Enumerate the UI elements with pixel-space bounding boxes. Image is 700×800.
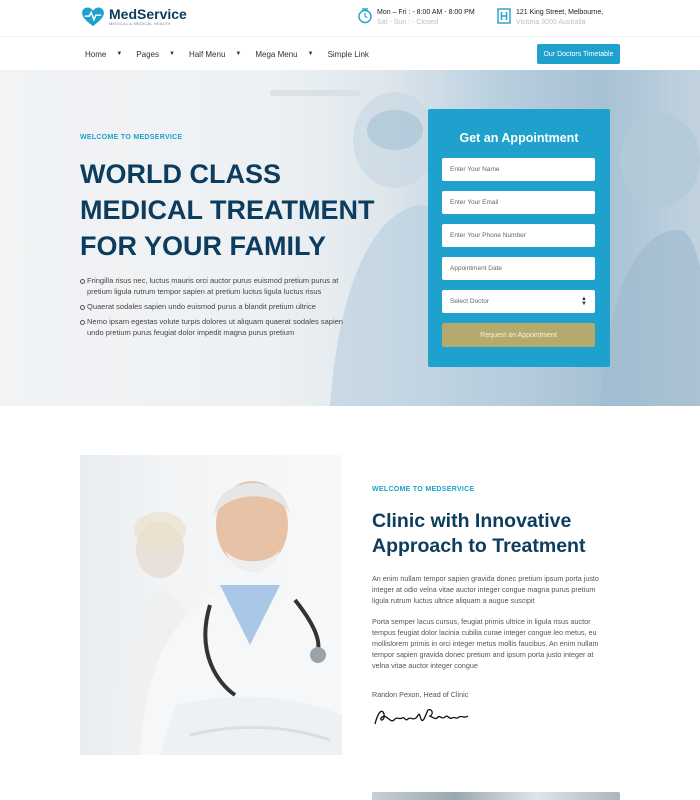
doctor-photo: [80, 455, 342, 755]
signature-image: [374, 708, 469, 725]
hero-title: WORLD CLASS MEDICAL TREATMENT FOR YOUR F…: [80, 156, 410, 264]
hours-weekend: Sat - Sun : - Closed: [377, 19, 439, 26]
hero-title-line: WORLD CLASS: [80, 159, 281, 189]
next-section-image-preview: [372, 792, 620, 800]
caret-down-icon: ▼: [168, 51, 175, 57]
nav-item-home[interactable]: Home ▼: [85, 50, 122, 59]
about-title: Clinic with Innovative Approach to Treat…: [372, 509, 622, 559]
clock-icon: [358, 8, 372, 24]
caret-down-icon: ▼: [235, 51, 242, 57]
address-street: 121 King Street, Melbourne,: [516, 9, 604, 16]
address-city: Victoria 3000 Australia: [516, 19, 586, 26]
doctors-timetable-button[interactable]: Our Doctors Timetable: [537, 44, 620, 64]
nav-item-label: Pages: [136, 49, 159, 59]
caret-down-icon: ▼: [307, 51, 314, 57]
hero-title-line: FOR YOUR FAMILY: [80, 231, 327, 261]
email-field-placeholder: Enter Your Email: [450, 199, 499, 206]
name-field-placeholder: Enter Your Name: [450, 166, 500, 173]
doctor-image: [115, 481, 342, 755]
request-appointment-button[interactable]: Request an Appointment: [442, 323, 595, 347]
list-item: Fringilla risus nec, luctus mauris orci …: [80, 275, 360, 297]
hero-bullet-list: Fringilla risus nec, luctus mauris orci …: [80, 275, 360, 342]
caret-down-icon: ▼: [116, 51, 123, 57]
about-paragraph: Porta semper lacus cursus, feugiat primi…: [372, 617, 599, 670]
nav-item-simple-link[interactable]: Simple Link: [328, 50, 369, 59]
nav-item-label: Mega Menu: [255, 49, 298, 59]
doctor-select-value: Select Doctor: [450, 298, 490, 305]
appointment-form: Get an Appointment Enter Your Name Enter…: [428, 109, 610, 367]
hero-title-line: MEDICAL TREATMENT: [80, 195, 375, 225]
phone-field[interactable]: Enter Your Phone Number: [442, 224, 595, 247]
hours-weekdays: Mon – Fri : - 8:00 AM - 8:00 PM: [377, 9, 475, 16]
appointment-form-title: Get an Appointment: [459, 131, 579, 145]
opening-hours: Mon – Fri : - 8:00 AM - 8:00 PM Sat - Su…: [358, 8, 475, 28]
hero-section: WELCOME TO MEDSERVICE WORLD CLASS MEDICA…: [0, 70, 700, 406]
nav-item-mega-menu[interactable]: Mega Menu ▼: [255, 50, 313, 59]
email-field[interactable]: Enter Your Email: [442, 191, 595, 214]
clinic-address: 121 King Street, Melbourne, Victoria 300…: [497, 8, 603, 28]
main-navigation: Home ▼ Pages ▼ Half Menu ▼ Mega Menu ▼ S…: [0, 36, 700, 70]
appointment-date-field[interactable]: Appointment Date: [442, 257, 595, 280]
nav-item-label: Home: [85, 49, 107, 59]
top-bar: MedService MEDICAL & MEDICAL HEALTH Mon …: [0, 0, 700, 36]
phone-field-placeholder: Enter Your Phone Number: [450, 232, 526, 239]
about-title-line: Clinic with Innovative: [372, 510, 572, 532]
heart-pulse-icon: [82, 7, 104, 27]
hospital-icon: [497, 8, 511, 24]
about-eyebrow: WELCOME TO MEDSERVICE: [372, 486, 475, 493]
nav-item-half-menu[interactable]: Half Menu ▼: [189, 50, 241, 59]
name-field[interactable]: Enter Your Name: [442, 158, 595, 181]
brand-name: MedService: [109, 6, 187, 22]
hero-eyebrow: WELCOME TO MEDSERVICE: [80, 134, 183, 141]
select-arrows-icon: ▲ ▼: [581, 295, 587, 307]
about-title-line: Approach to Treatment: [372, 535, 586, 557]
doctor-select[interactable]: Select Doctor ▲ ▼: [442, 290, 595, 313]
nav-item-label: Simple Link: [327, 49, 369, 59]
list-item: Quaerat sodales sapien undo euismod puru…: [80, 301, 360, 312]
list-item: Nemo ipsam egestas volute turpis dolores…: [80, 316, 360, 338]
nav-item-label: Half Menu: [188, 49, 226, 59]
brand-logo[interactable]: MedService MEDICAL & MEDICAL HEALTH: [82, 7, 187, 27]
nav-item-pages[interactable]: Pages ▼: [136, 50, 175, 59]
date-field-placeholder: Appointment Date: [450, 265, 503, 272]
signer-name: Randon Pexon, Head of Clinic: [372, 690, 469, 699]
about-paragraph: An enim nullam tempor sapien gravida don…: [372, 574, 599, 605]
